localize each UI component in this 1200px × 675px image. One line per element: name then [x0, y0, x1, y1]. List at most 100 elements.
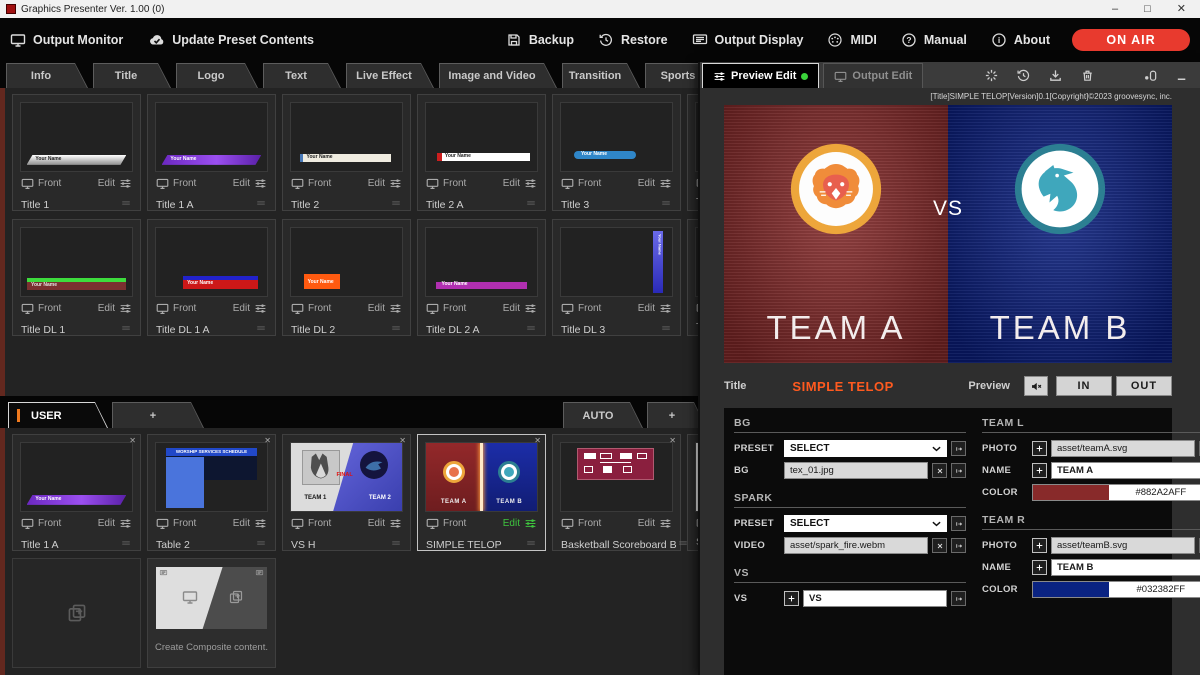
tab-preview-edit[interactable]: Preview Edit	[702, 63, 819, 88]
clear-burst-icon[interactable]	[984, 68, 999, 83]
edit-sliders-icon[interactable]	[254, 177, 267, 190]
window-minimize-button[interactable]: –	[1112, 0, 1118, 18]
team-l-name-add-button[interactable]	[1032, 463, 1047, 478]
preset-card-title-2[interactable]: Your Name FrontEdit Title 2	[282, 94, 411, 211]
bg-clear-button[interactable]	[932, 463, 947, 478]
tab-output-edit[interactable]: Output Edit	[823, 63, 923, 88]
close-icon[interactable]: ✕	[129, 436, 136, 445]
edit-sliders-icon[interactable]	[524, 177, 537, 190]
edit-button[interactable]: Edit	[503, 518, 520, 529]
user-card-table-2[interactable]: ✕ WORSHIP SERVICES SCHEDULE FrontEdit Ta…	[147, 434, 276, 551]
close-icon[interactable]: ✕	[669, 436, 676, 445]
team-r-name-input[interactable]	[1051, 559, 1200, 576]
team-l-color-field[interactable]: #882A2AFF	[1032, 484, 1200, 501]
edit-button[interactable]: Edit	[233, 178, 250, 189]
resize-toggle-icon[interactable]	[1143, 68, 1158, 83]
preset-card-title-1a[interactable]: Your Name FrontEdit Title 1 A	[147, 94, 276, 211]
preset-card-title-3[interactable]: Your Name FrontEdit Title 3	[552, 94, 681, 211]
create-composite-card[interactable]: Create Composite content.	[147, 558, 276, 668]
edit-sliders-icon[interactable]	[659, 177, 672, 190]
edit-button[interactable]: Edit	[368, 178, 385, 189]
edit-sliders-icon[interactable]	[119, 517, 132, 530]
tab-image-and-video[interactable]: Image and Video	[439, 63, 557, 88]
tab-user[interactable]: USER	[8, 402, 108, 428]
edit-button[interactable]: Edit	[503, 178, 520, 189]
mute-button[interactable]	[1024, 376, 1048, 396]
output-monitor-button[interactable]: Output Monitor	[10, 32, 123, 48]
bg-apply-button[interactable]	[951, 463, 966, 478]
close-icon[interactable]: ✕	[399, 436, 406, 445]
edit-button[interactable]: Edit	[638, 178, 655, 189]
edit-sliders-icon[interactable]	[119, 302, 132, 315]
spark-video-clear-button[interactable]	[932, 538, 947, 553]
drag-handle-icon[interactable]	[660, 321, 672, 339]
drag-handle-icon[interactable]	[390, 196, 402, 214]
user-card-simple-telop[interactable]: ✕ TEAM A TEAM B FrontEdit SIMPLE TELOP	[417, 434, 546, 551]
restore-button[interactable]: Restore	[598, 32, 668, 48]
close-icon[interactable]: ✕	[534, 436, 541, 445]
team-r-color-field[interactable]: #032382FF	[1032, 581, 1200, 598]
preset-card-title-dl-3[interactable]: Your Name FrontEdit Title DL 3	[552, 219, 681, 336]
drag-handle-icon[interactable]	[120, 321, 132, 339]
edit-sliders-icon[interactable]	[119, 177, 132, 190]
output-display-button[interactable]: Output Display	[692, 32, 804, 48]
add-content-card[interactable]	[12, 558, 141, 668]
bg-preset-apply-button[interactable]	[951, 441, 966, 456]
edit-button[interactable]: Edit	[368, 518, 385, 529]
tab-sports[interactable]: Sports	[645, 63, 698, 88]
edit-sliders-icon[interactable]	[524, 517, 537, 530]
tab-logo[interactable]: Logo	[176, 63, 258, 88]
preset-card-title-dl-1a[interactable]: Your Name FrontEdit Title DL 1 A	[147, 219, 276, 336]
add-auto-tab-button[interactable]: +	[647, 402, 698, 428]
user-card-vs-h[interactable]: ✕ TEAM 1 TEAM 2 FINAL FrontEdit VS H	[282, 434, 411, 551]
bg-preset-select[interactable]: SELECT	[784, 440, 947, 457]
about-button[interactable]: About	[991, 32, 1050, 48]
edit-sliders-icon[interactable]	[389, 302, 402, 315]
edit-sliders-icon[interactable]	[659, 302, 672, 315]
update-preset-contents-button[interactable]: Update Preset Contents	[149, 32, 314, 48]
spark-video-apply-button[interactable]	[951, 538, 966, 553]
window-close-button[interactable]: ✕	[1177, 0, 1186, 18]
edit-button[interactable]: Edit	[638, 518, 655, 529]
backup-button[interactable]: Backup	[506, 32, 574, 48]
team-r-photo-field[interactable]	[1051, 537, 1195, 554]
vs-add-button[interactable]	[784, 591, 799, 606]
edit-button[interactable]: Edit	[503, 303, 520, 314]
edit-sliders-icon[interactable]	[389, 517, 402, 530]
window-maximize-button[interactable]: □	[1144, 0, 1151, 18]
drag-handle-icon[interactable]	[255, 321, 267, 339]
edit-sliders-icon[interactable]	[254, 302, 267, 315]
team-l-photo-field[interactable]	[1051, 440, 1195, 457]
history-restore-icon[interactable]	[1016, 68, 1031, 83]
drag-handle-icon[interactable]	[255, 196, 267, 214]
bg-file-field[interactable]	[784, 462, 928, 479]
add-user-tab-button[interactable]: +	[112, 402, 204, 428]
user-card-basketball-scoreboard-b[interactable]: ✕ FrontEdit Basketball Scoreboard B	[552, 434, 681, 551]
vs-text-input[interactable]	[803, 590, 947, 607]
team-r-photo-add-button[interactable]	[1032, 538, 1047, 553]
preset-card-title-dl-1[interactable]: Your Name FrontEdit Title DL 1	[12, 219, 141, 336]
tab-text[interactable]: Text	[263, 63, 341, 88]
preset-card-title-dl-2a[interactable]: Your Name FrontEdit Title DL 2 A	[417, 219, 546, 336]
edit-button[interactable]: Edit	[233, 303, 250, 314]
preset-card-title-2a[interactable]: Your Name FrontEdit Title 2 A	[417, 94, 546, 211]
edit-sliders-icon[interactable]	[524, 302, 537, 315]
drag-handle-icon[interactable]	[525, 321, 537, 339]
midi-button[interactable]: MIDI	[827, 32, 876, 48]
tab-title[interactable]: Title	[93, 63, 171, 88]
tab-info[interactable]: Info	[6, 63, 88, 88]
tab-live-effect[interactable]: Live Effect	[346, 63, 434, 88]
edit-sliders-icon[interactable]	[389, 177, 402, 190]
edit-button[interactable]: Edit	[98, 518, 115, 529]
spark-preset-select[interactable]: SELECT	[784, 515, 947, 532]
download-icon[interactable]	[1048, 68, 1063, 83]
drag-handle-icon[interactable]	[120, 536, 132, 554]
team-l-photo-add-button[interactable]	[1032, 441, 1047, 456]
edit-sliders-icon[interactable]	[659, 517, 672, 530]
edit-button[interactable]: Edit	[98, 303, 115, 314]
preset-card-title-dl-2[interactable]: Your Name FrontEdit Title DL 2	[282, 219, 411, 336]
drag-handle-icon[interactable]	[120, 196, 132, 214]
close-icon[interactable]: ✕	[264, 436, 271, 445]
tab-auto[interactable]: AUTO	[563, 402, 643, 428]
spark-video-field[interactable]	[784, 537, 928, 554]
